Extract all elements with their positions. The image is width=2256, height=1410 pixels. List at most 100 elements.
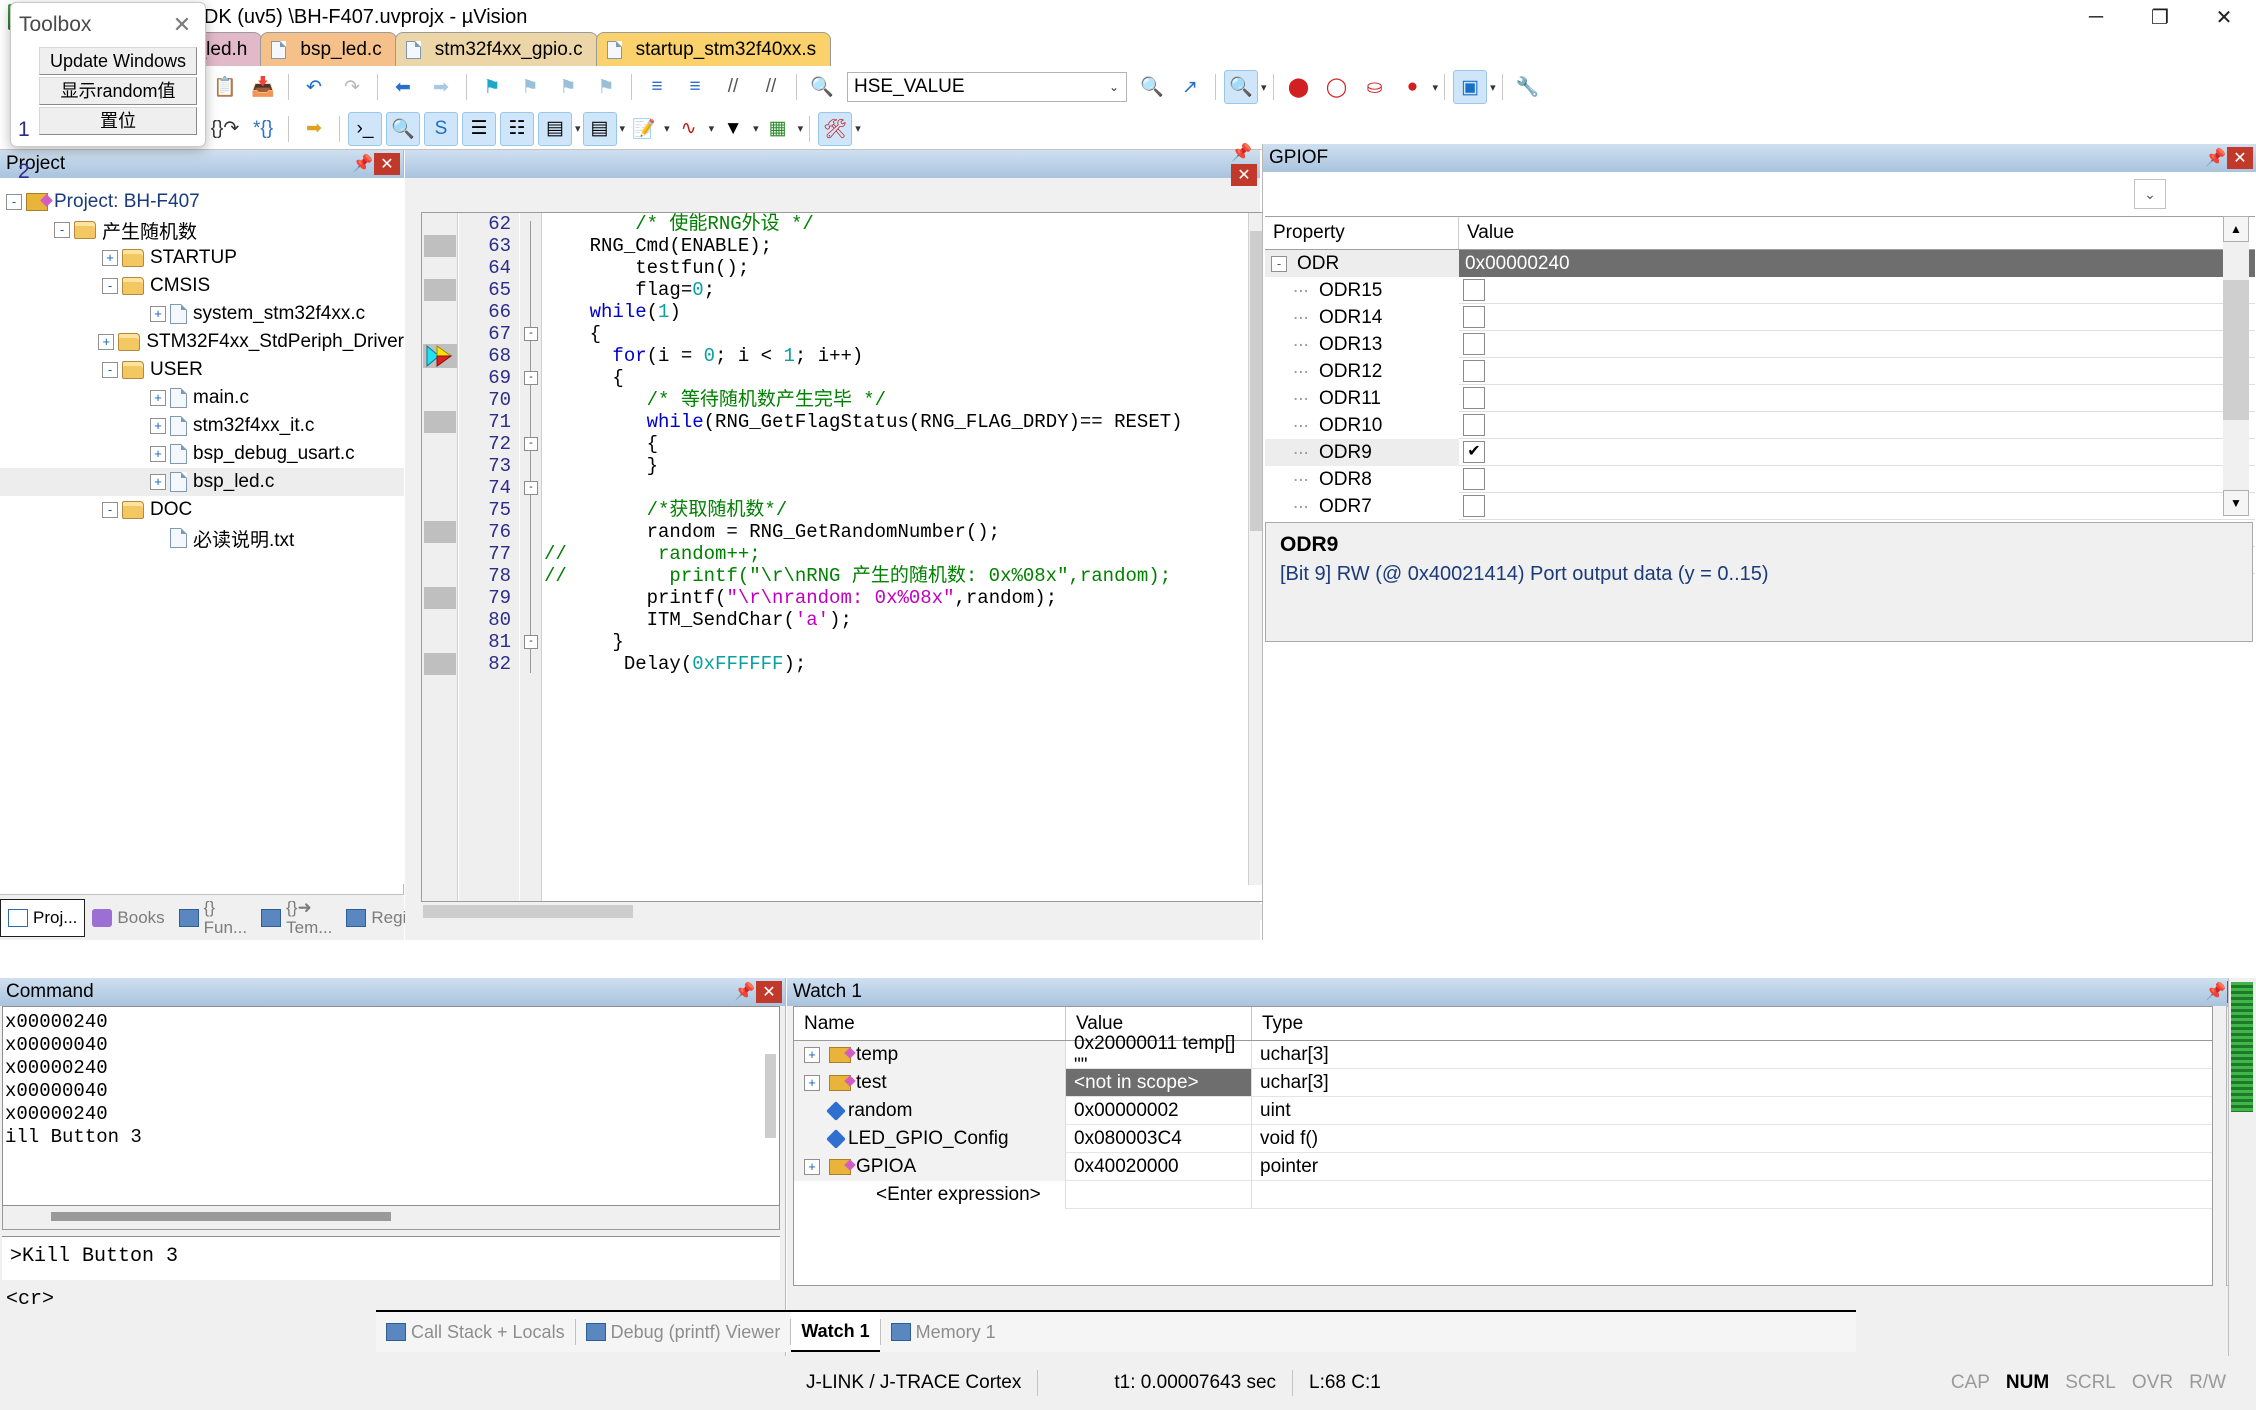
breakpoint-kill-all-icon[interactable]: ● [1396,70,1430,104]
watch-value-cell[interactable]: 0x00000002 [1066,1097,1252,1125]
tree-expander[interactable]: + [150,446,166,462]
code-line[interactable]: // printf("\r\nRNG 产生的随机数: 0x%08x",rando… [544,565,1248,587]
code-line[interactable]: /* 等待随机数产生完毕 */ [544,389,1248,411]
memory-window-icon[interactable]: ▤ [583,112,617,146]
gpiof-row-value[interactable] [1459,466,2255,493]
comment-icon[interactable]: // [716,70,750,104]
gpiof-row-odr9[interactable]: ∙∙∙ODR9✔ [1265,439,2255,466]
fold-toggle[interactable]: - [524,327,538,341]
code-line[interactable]: RNG_Cmd(ENABLE); [544,235,1248,257]
tree-item[interactable]: +bsp_led.c [0,468,404,496]
chevron-down-icon[interactable]: ▾ [620,122,626,135]
gpiof-row-odr11[interactable]: ∙∙∙ODR11 [1265,385,2255,412]
watch-tab-memory-1[interactable]: Memory 1 [881,1312,1006,1352]
checkbox[interactable] [1463,495,1485,517]
fold-toggle[interactable]: - [524,481,538,495]
tree-expander[interactable]: + [150,474,166,490]
redo-icon[interactable]: ↷ [335,70,369,104]
editor-code[interactable]: /* 使能RNG外设 */ RNG_Cmd(ENABLE); testfun()… [544,213,1248,902]
project-tab-tem[interactable]: {}➜ Tem... [254,899,339,937]
configure-icon[interactable]: 🔧 [1511,70,1545,104]
watch-name-cell[interactable]: +GPIOA [794,1153,1066,1181]
scrollbar-thumb[interactable] [51,1212,391,1221]
find-in-files-icon[interactable]: 🔍 [1135,70,1169,104]
command-window-icon[interactable]: ›_ [348,112,382,146]
breakpoint-disable-icon[interactable]: ◯ [1320,70,1354,104]
tree-expander[interactable]: + [150,306,166,322]
scrollbar-thumb[interactable] [2223,280,2249,420]
chevron-down-icon[interactable]: ▾ [575,122,581,135]
pin-icon[interactable]: 📌 [352,154,374,174]
gpiof-scrollbar[interactable]: ▲ ▼ [2223,216,2249,516]
uncomment-icon[interactable]: // [754,70,788,104]
code-line[interactable]: } [544,455,1248,477]
gpiof-row-value[interactable] [1459,358,2255,385]
fold-toggle[interactable]: - [524,371,538,385]
checkbox[interactable] [1463,279,1485,301]
trace-window-icon[interactable]: ▼ [716,112,750,146]
code-line[interactable]: ITM_SendChar('a'); [544,609,1248,631]
toolbox-button-2[interactable]: 置位 [39,107,197,135]
call-stack-window-icon[interactable]: ☷ [500,112,534,146]
code-line[interactable]: { [544,367,1248,389]
editor-margin-bar[interactable] [422,213,458,902]
gpiof-row-value[interactable] [1459,331,2255,358]
tree-expander[interactable]: + [804,1047,820,1063]
command-input[interactable]: >Kill Button 3 [2,1236,780,1280]
command-output[interactable]: x00000240x00000040x00000240x00000040x000… [2,1006,780,1206]
command-horizontal-scrollbar[interactable] [2,1206,780,1230]
tree-expander[interactable]: + [150,418,166,434]
code-line[interactable]: { [544,433,1248,455]
gpiof-row-odr15[interactable]: ∙∙∙ODR15 [1265,277,2255,304]
scroll-up-icon[interactable]: ▲ [2223,216,2249,242]
watch-name-cell[interactable]: random [794,1097,1066,1125]
tree-item[interactable]: +stm32f4xx_it.c [0,412,404,440]
disassembly-window-icon[interactable]: 🔍 [386,112,420,146]
breakpoint-disable-all-icon[interactable]: ⛀ [1358,70,1392,104]
pin-icon[interactable]: 📌 [2205,982,2227,1002]
chevron-down-icon[interactable]: ⌄ [2134,179,2166,209]
navigate-forward-icon[interactable]: ➡ [424,70,458,104]
code-line[interactable]: /*获取随机数*/ [544,499,1248,521]
checkbox[interactable] [1463,306,1485,328]
project-tab-books[interactable]: Books [85,899,171,937]
gpiof-row-odr10[interactable]: ∙∙∙ODR10 [1265,412,2255,439]
watch-row[interactable]: random0x00000002uint [794,1097,2212,1125]
watch-tab-watch-1[interactable]: Watch 1 [791,1312,879,1352]
checkbox[interactable] [1463,387,1485,409]
close-button[interactable]: ✕ [2192,0,2256,34]
tree-item[interactable]: -产生随机数 [0,216,404,244]
pin-icon[interactable]: 📌 [2205,148,2227,168]
tree-expander[interactable]: - [102,278,118,294]
fold-toggle[interactable]: - [524,635,538,649]
chevron-down-icon[interactable]: ⌄ [1102,80,1126,94]
tree-expander[interactable]: - [6,194,22,210]
code-line[interactable]: testfun(); [544,257,1248,279]
window-layout-icon[interactable]: ▣ [1453,70,1487,104]
pin-icon[interactable]: 📌 [734,982,756,1002]
gpiof-row-value[interactable] [1459,385,2255,412]
tree-item[interactable]: -USER [0,356,404,384]
tree-expander[interactable]: + [98,334,114,350]
tree-item[interactable]: +system_stm32f4xx.c [0,300,404,328]
tree-item[interactable]: +main.c [0,384,404,412]
scrollbar-thumb[interactable] [2231,982,2253,1112]
tree-item[interactable]: +STM32F4xx_StdPeriph_Driver [0,328,404,356]
toolbox-button-1[interactable]: 显示random值 [39,77,197,105]
tree-item[interactable]: -Project: BH-F407 [0,188,404,216]
chevron-down-icon[interactable]: ▾ [1490,81,1496,94]
code-line[interactable]: printf("\r\nrandom: 0x%08x",random); [544,587,1248,609]
step-into-braces-icon[interactable]: {}↷ [208,112,242,146]
copy-icon[interactable]: 📋 [208,70,242,104]
gpiof-row-value[interactable] [1459,412,2255,439]
watch-name-cell[interactable]: LED_GPIO_Config [794,1125,1066,1153]
close-icon[interactable]: ✕ [2227,147,2253,169]
watch-value-cell[interactable] [1066,1181,1252,1209]
gpiof-row-value[interactable] [1459,277,2255,304]
code-line[interactable]: while(1) [544,301,1248,323]
toolbox-button-0[interactable]: Update Windows [39,47,197,75]
chevron-down-icon[interactable]: ▾ [664,122,670,135]
registers-window-icon[interactable]: ☰ [462,112,496,146]
system-viewer-icon[interactable]: ▦ [761,112,795,146]
checkbox[interactable] [1463,333,1485,355]
